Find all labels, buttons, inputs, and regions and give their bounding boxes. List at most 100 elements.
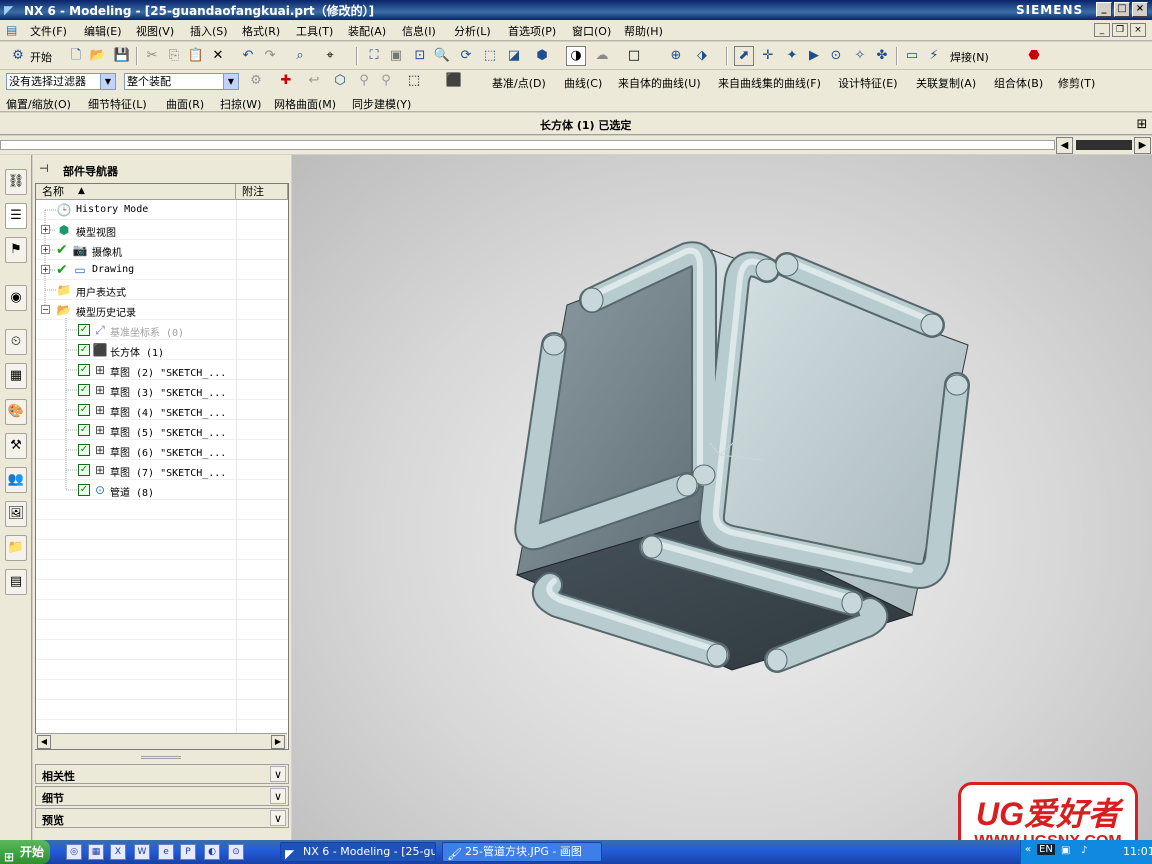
rotate-icon[interactable]: ⟳ (456, 46, 476, 66)
expand-icon[interactable]: + (41, 245, 50, 254)
chevron-down-icon[interactable]: ▼ (223, 74, 238, 89)
new-file-icon[interactable]: 🗋 (66, 46, 86, 66)
chevron-down-icon[interactable]: ∨ (270, 766, 286, 782)
details-panel[interactable]: 细节 ∨ (35, 786, 289, 806)
constraint-navigator-icon[interactable]: ⚑ (5, 237, 27, 263)
feature-checkbox[interactable]: ✓ (78, 324, 90, 336)
feature-checkbox[interactable]: ✓ (78, 484, 90, 496)
rendering-style-icon[interactable]: ⬢ (532, 46, 552, 66)
column-header-name[interactable]: 名称 ▲ (36, 184, 236, 200)
column-header-note[interactable]: 附注 (236, 184, 288, 200)
scroll-thumb[interactable] (1076, 140, 1132, 150)
tree-row-sketch-6[interactable]: ✓ ⊞ 草图 (6) "SKETCH_... (36, 440, 288, 460)
menu-curve-from-curves[interactable]: 来自曲线集的曲线(F) (718, 75, 821, 91)
panel-splitter[interactable] (141, 756, 181, 759)
tree-row-sketch-7[interactable]: ✓ ⊞ 草图 (7) "SKETCH_... (36, 460, 288, 480)
tray-expand-icon[interactable]: « (1025, 844, 1031, 855)
menu-file[interactable]: 文件(F) (30, 23, 67, 39)
tree-row-model-views[interactable]: + ⬢ 模型视图 (36, 220, 288, 240)
ie-icon[interactable]: e (158, 844, 174, 860)
tree-row-cameras[interactable]: + ✔ 📷 摄像机 (36, 240, 288, 260)
edge-select-icon[interactable]: ⚲ (376, 71, 396, 91)
record-icon[interactable]: ⬣ (1024, 46, 1044, 66)
section-view-icon[interactable]: ⬗ (692, 46, 712, 66)
scroll-right-button[interactable]: ▶ (271, 735, 285, 749)
pan-icon[interactable]: ⬚ (480, 46, 500, 66)
snap-existing-icon[interactable]: ✤ (872, 46, 892, 66)
web-browser-icon[interactable]: ◉ (5, 285, 27, 311)
menu-assemblies[interactable]: 装配(A) (348, 23, 386, 39)
menu-design-feature[interactable]: 设计特征(E) (838, 75, 898, 91)
history-icon[interactable]: ⏲ (5, 329, 27, 355)
menu-help[interactable]: 帮助(H) (624, 23, 663, 39)
menu-format[interactable]: 格式(R) (242, 23, 280, 39)
save-icon[interactable]: 💾 (112, 46, 132, 66)
menu-surface[interactable]: 曲面(R) (166, 96, 204, 112)
minimize-button[interactable]: _ (1096, 2, 1112, 17)
part-model[interactable] (292, 155, 1152, 840)
copy-icon[interactable]: ⎘ (164, 46, 184, 66)
snap-quadrant-icon[interactable]: ✧ (850, 46, 870, 66)
tree-row-tube[interactable]: ✓ ⊙ 管道 (8) (36, 480, 288, 500)
measure-icon[interactable]: ▭ (902, 46, 922, 66)
scroll-left-button[interactable]: ◀ (1056, 137, 1073, 154)
start-button[interactable]: ⊞ 开始 (0, 840, 50, 864)
body-select-icon[interactable]: ⬡ (330, 71, 350, 91)
feature-checkbox[interactable]: ✓ (78, 424, 90, 436)
menu-datum-point[interactable]: 基准/点(D) (492, 75, 546, 91)
document-icon[interactable]: ▤ (6, 23, 22, 37)
navigator-tree[interactable]: 名称 ▲ 附注 🕒 History Mode + ⬢ 模型视图 + ✔ 📷 摄像… (35, 183, 289, 750)
quicklaunch-icon[interactable]: ▦ (88, 844, 104, 860)
maximize-button[interactable]: □ (1114, 2, 1130, 17)
system-scenes-icon[interactable]: 🖼 (5, 501, 27, 527)
visualization-icon[interactable]: 🎨 (5, 399, 27, 425)
tree-row-history-mode[interactable]: 🕒 History Mode (36, 200, 288, 220)
process-studio-icon[interactable]: ⚒ (5, 433, 27, 459)
menu-tools[interactable]: 工具(T) (296, 23, 333, 39)
network-icon[interactable]: ▣ (1061, 845, 1070, 856)
snap-point-icon[interactable]: ✛ (758, 46, 778, 66)
quicklaunch-icon[interactable]: P (180, 844, 196, 860)
fit-view-icon[interactable]: ⛶ (364, 46, 384, 66)
word-icon[interactable]: W (134, 844, 150, 860)
scroll-right-button[interactable]: ▶ (1134, 137, 1151, 154)
menu-sweep[interactable]: 扫掠(W) (220, 96, 261, 112)
expand-icon[interactable]: + (41, 225, 50, 234)
menu-insert[interactable]: 插入(S) (190, 23, 228, 39)
cue-scrollbar[interactable]: ◀ ▶ (0, 136, 1152, 154)
collapse-icon[interactable]: − (41, 305, 50, 314)
chevron-down-icon[interactable]: ∨ (270, 810, 286, 826)
menu-preferences[interactable]: 首选项(P) (508, 23, 556, 39)
color-swatch-icon[interactable]: □ (624, 46, 644, 66)
roles-icon[interactable]: 👥 (5, 467, 27, 493)
zoom-window-icon[interactable]: ⊡ (410, 46, 430, 66)
reuse-library-icon[interactable]: 📁 (5, 535, 27, 561)
doc-restore-button[interactable]: ❐ (1112, 23, 1128, 37)
tree-row-sketch-3[interactable]: ✓ ⊞ 草图 (3) "SKETCH_... (36, 380, 288, 400)
feature-checkbox[interactable]: ✓ (78, 384, 90, 396)
menu-view[interactable]: 视图(V) (136, 23, 174, 39)
zoom-icon[interactable]: 🔍 (432, 46, 452, 66)
feature-select-icon[interactable]: ⚲ (354, 71, 374, 91)
nx-app-icon[interactable]: ◤ (4, 3, 18, 17)
paste-icon[interactable]: 📋 (186, 46, 206, 66)
select-filter-icon[interactable]: ⚙ (246, 71, 266, 91)
navigator-hscrollbar[interactable]: ◀ ▶ (35, 733, 287, 749)
filter-combo[interactable]: 没有选择过滤器 ▼ (6, 73, 116, 90)
menu-trim[interactable]: 修剪(T) (1058, 75, 1095, 91)
tree-row-datum-csys[interactable]: ✓ ⤢ 基准坐标系 (0) (36, 320, 288, 340)
feature-checkbox[interactable]: ✓ (78, 404, 90, 416)
part-navigator-icon[interactable]: ☰ (5, 203, 27, 229)
menu-window[interactable]: 窗口(O) (572, 23, 611, 39)
snap-endpoint-icon[interactable]: ✦ (782, 46, 802, 66)
snap-midpoint-icon[interactable]: ▶ (804, 46, 824, 66)
undo-icon[interactable]: ↶ (238, 46, 258, 66)
binoculars-icon[interactable]: ⌖ (320, 46, 340, 66)
snap-center-icon[interactable]: ⊙ (826, 46, 846, 66)
menu-mesh-surface[interactable]: 网格曲面(M) (274, 96, 336, 112)
redo-icon[interactable]: ↷ (260, 46, 280, 66)
background-icon[interactable]: ☁ (592, 46, 612, 66)
chevron-down-icon[interactable]: ▼ (100, 74, 115, 89)
tree-row-block[interactable]: ✓ ⬛ 长方体 (1) (36, 340, 288, 360)
menu-detail-feature[interactable]: 细节特征(L) (88, 96, 147, 112)
